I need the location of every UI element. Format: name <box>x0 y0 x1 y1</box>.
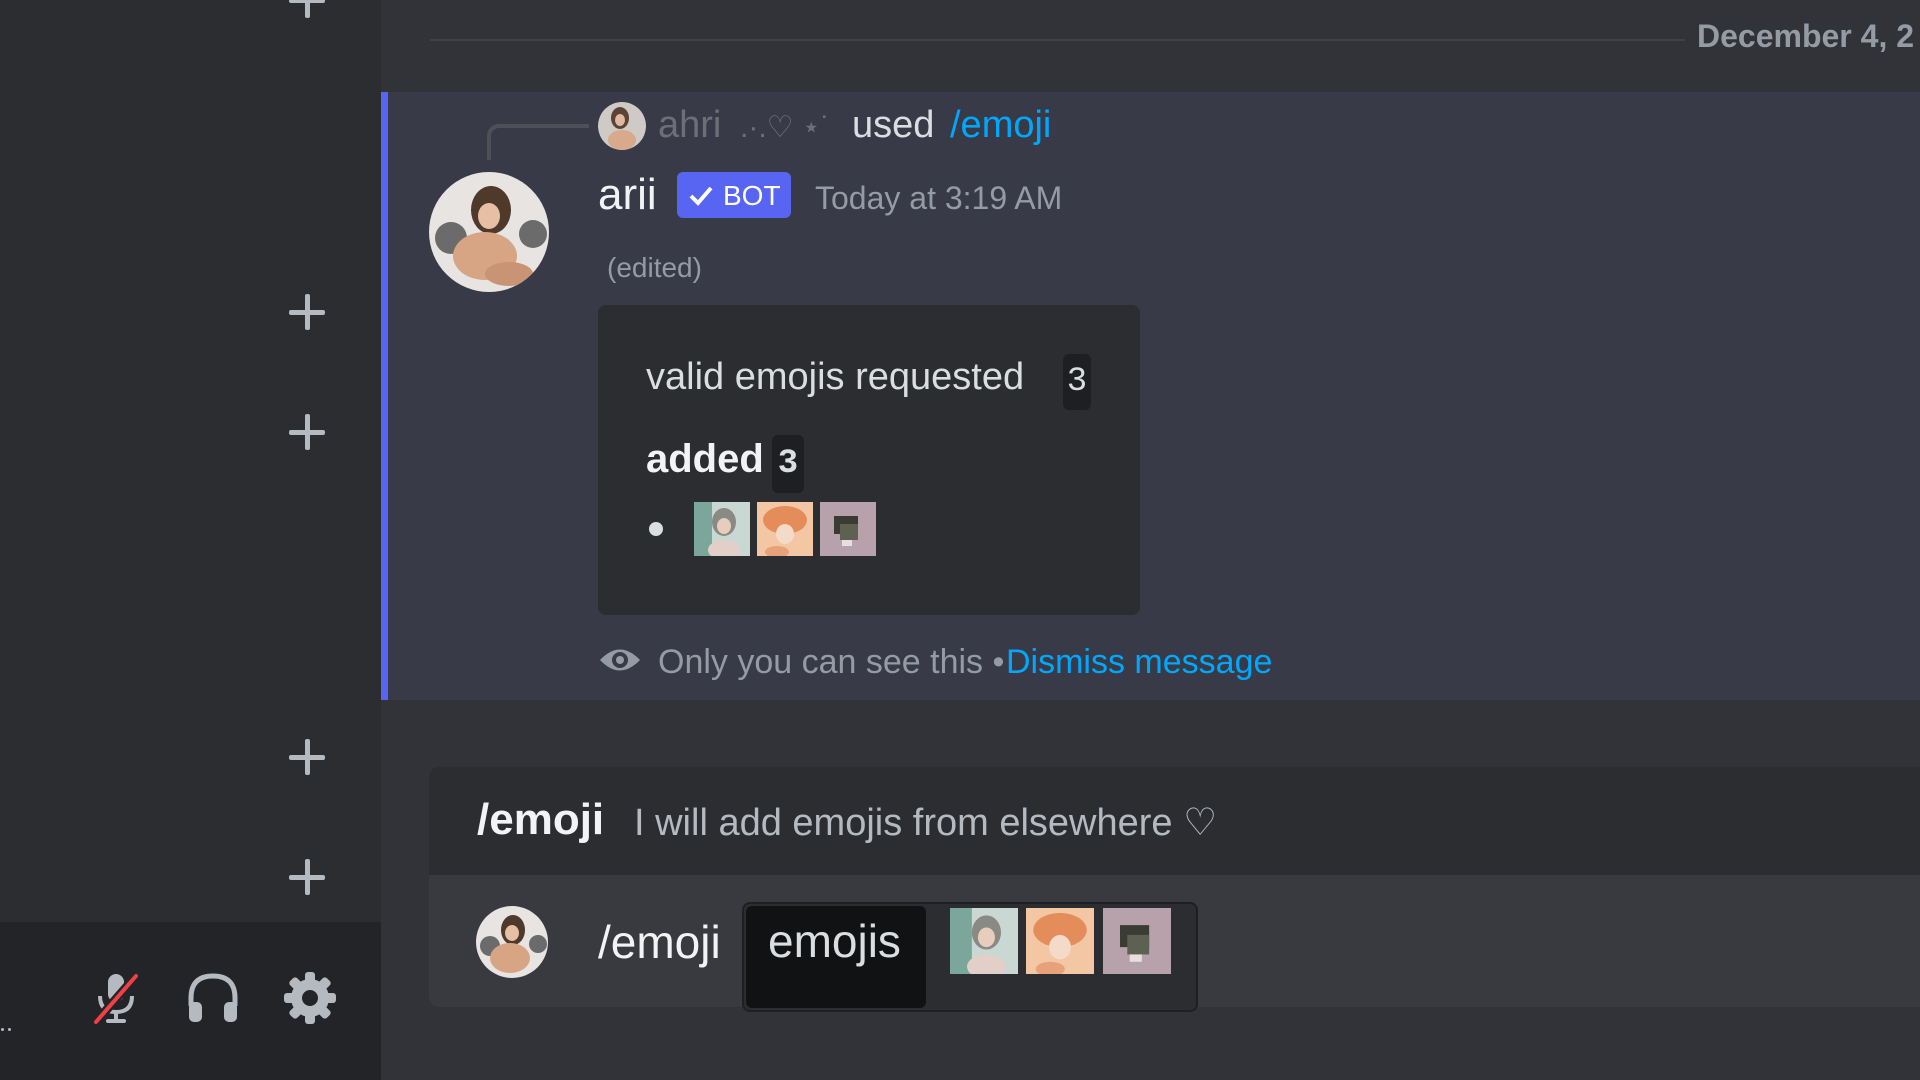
highlight-bar <box>381 92 388 700</box>
added-count: 3 <box>772 435 804 493</box>
valid-emojis-label: valid emojis requested <box>646 356 1025 398</box>
valid-emojis-count: 3 <box>1063 354 1091 410</box>
list-bullet <box>649 522 663 536</box>
add-icon[interactable] <box>285 290 329 334</box>
command-suggestion-name[interactable]: /emoji <box>477 795 604 845</box>
add-icon[interactable] <box>285 0 329 22</box>
reply-used-label: used <box>852 104 935 146</box>
author-avatar[interactable] <box>429 172 549 292</box>
date-divider-line <box>430 39 1685 41</box>
bot-avatar <box>476 906 548 978</box>
dismiss-message-link[interactable]: Dismiss message <box>1006 643 1272 682</box>
gear-icon[interactable] <box>280 968 340 1028</box>
channel-sidebar <box>0 0 381 1080</box>
date-divider: December 4, 2 <box>1697 18 1915 54</box>
edited-label: (edited) <box>607 252 702 283</box>
verified-check-icon <box>689 186 713 206</box>
emoji-3[interactable] <box>820 502 876 556</box>
option-name-label: emojis <box>768 915 901 967</box>
ellipsis-icon <box>0 1028 14 1032</box>
bot-tag-label: BOT <box>723 180 781 211</box>
headphones-icon[interactable] <box>183 968 243 1028</box>
input-command: /emoji <box>598 916 721 968</box>
command-suggestion-description: I will add emojis from elsewhere ♡ <box>634 802 1218 844</box>
reply-username-decoration: .·.♡ ⋆˙ <box>740 111 831 144</box>
emoji-2[interactable] <box>757 502 813 556</box>
reply-spine <box>487 124 589 160</box>
emoji-1[interactable] <box>694 502 750 556</box>
add-icon[interactable] <box>285 855 329 899</box>
emoji-2-option <box>1026 908 1094 974</box>
added-label: added <box>646 437 764 481</box>
emoji-1-option <box>950 908 1018 974</box>
mic-muted-icon[interactable] <box>86 968 146 1028</box>
bot-tag: BOT <box>677 172 791 218</box>
author-name[interactable]: arii <box>598 170 657 220</box>
emoji-3-option <box>1103 908 1171 974</box>
add-icon[interactable] <box>285 735 329 779</box>
add-icon[interactable] <box>285 410 329 454</box>
reply-command-link[interactable]: /emoji <box>950 104 1051 147</box>
eye-icon <box>598 645 642 675</box>
message-timestamp[interactable]: Today at 3:19 AM <box>815 180 1062 217</box>
ephemeral-note: Only you can see this • <box>658 643 1005 681</box>
reply-avatar[interactable] <box>598 102 646 150</box>
reply-username[interactable]: ahri <box>658 104 721 147</box>
